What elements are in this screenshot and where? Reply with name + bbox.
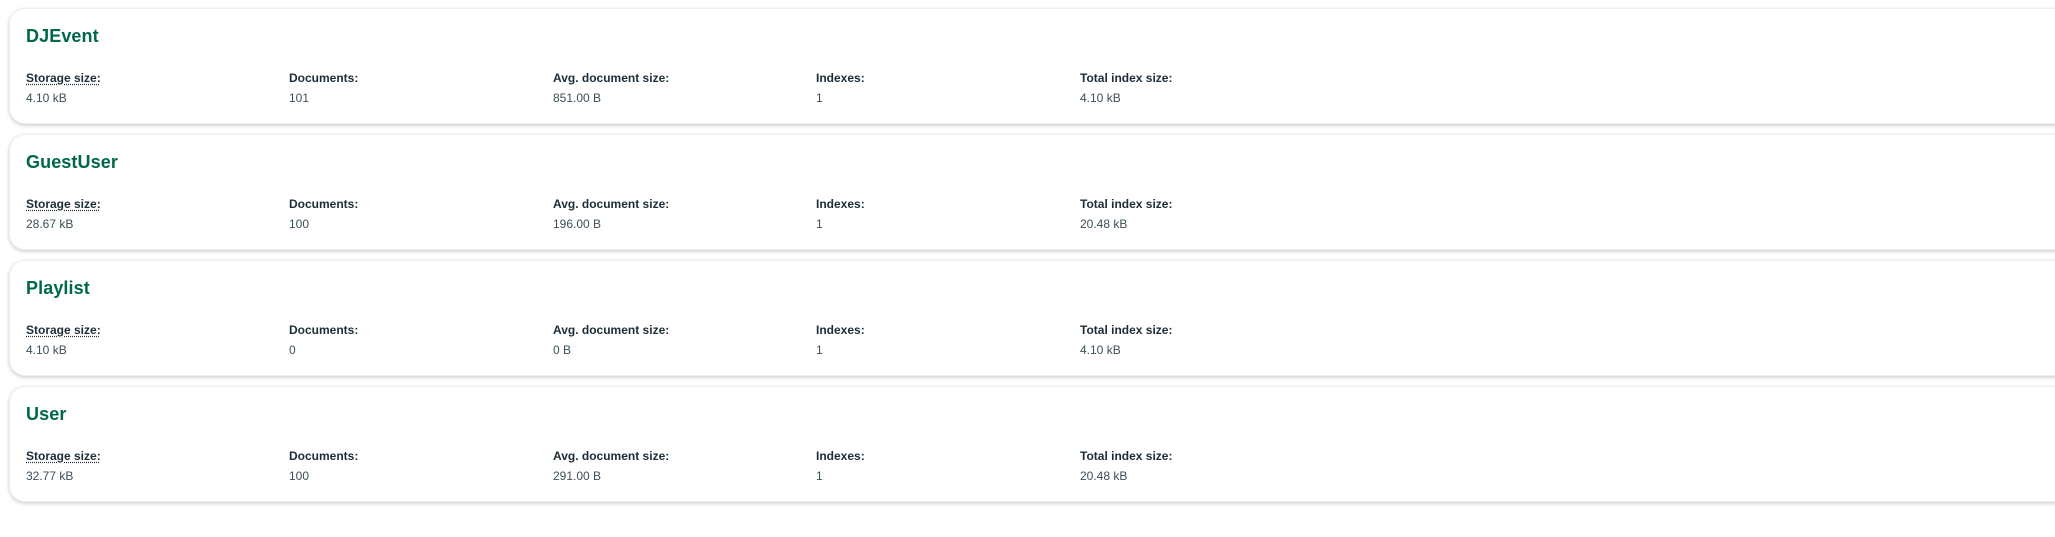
total-index-size-value: 20.48 kB <box>1080 217 1128 231</box>
storage-size-label[interactable]: Storage size: <box>26 448 101 464</box>
documents-value: 101 <box>289 91 310 105</box>
total-index-size-label: Total index size: <box>1080 197 1173 211</box>
indexes-stat: Indexes: 1 <box>816 196 865 232</box>
collection-card-user[interactable]: User Storage size: 32.77 kB Documents: 1… <box>9 386 2055 502</box>
total-index-size-stat: Total index size: 4.10 kB <box>1080 70 1172 106</box>
indexes-label: Indexes: <box>816 71 865 85</box>
storage-size-label[interactable]: Storage size: <box>26 196 101 212</box>
documents-label: Documents: <box>289 449 359 463</box>
storage-size-stat: Storage size: 28.67 kB <box>26 196 101 232</box>
avg-document-size-stat: Avg. document size: 0 B <box>553 322 669 358</box>
collection-name[interactable]: GuestUser <box>26 152 118 173</box>
avg-document-size-label: Avg. document size: <box>553 323 670 337</box>
documents-stat: Documents: 101 <box>289 70 358 106</box>
collection-card-guestuser[interactable]: GuestUser Storage size: 28.67 kB Documen… <box>9 134 2055 250</box>
collection-name[interactable]: User <box>26 404 66 425</box>
total-index-size-value: 4.10 kB <box>1080 91 1121 105</box>
avg-document-size-value: 291.00 B <box>553 469 602 483</box>
storage-size-stat: Storage size: 4.10 kB <box>26 70 101 106</box>
collection-list: DJEvent Storage size: 4.10 kB Documents:… <box>0 0 2055 537</box>
indexes-value: 1 <box>816 469 823 483</box>
storage-size-value: 28.67 kB <box>26 217 74 231</box>
avg-document-size-stat: Avg. document size: 291.00 B <box>553 448 669 484</box>
total-index-size-value: 4.10 kB <box>1080 343 1121 357</box>
documents-label: Documents: <box>289 323 359 337</box>
indexes-value: 1 <box>816 217 823 231</box>
total-index-size-label: Total index size: <box>1080 71 1173 85</box>
documents-stat: Documents: 100 <box>289 196 358 232</box>
indexes-stat: Indexes: 1 <box>816 70 865 106</box>
documents-stat: Documents: 100 <box>289 448 358 484</box>
avg-document-size-label: Avg. document size: <box>553 449 670 463</box>
indexes-stat: Indexes: 1 <box>816 322 865 358</box>
indexes-stat: Indexes: 1 <box>816 448 865 484</box>
total-index-size-label: Total index size: <box>1080 449 1173 463</box>
documents-label: Documents: <box>289 197 359 211</box>
total-index-size-value: 20.48 kB <box>1080 469 1128 483</box>
collection-card-playlist[interactable]: Playlist Storage size: 4.10 kB Documents… <box>9 260 2055 376</box>
storage-size-value: 4.10 kB <box>26 91 67 105</box>
documents-label: Documents: <box>289 71 359 85</box>
storage-size-label[interactable]: Storage size: <box>26 322 101 338</box>
documents-value: 100 <box>289 217 310 231</box>
total-index-size-stat: Total index size: 20.48 kB <box>1080 448 1172 484</box>
storage-size-stat: Storage size: 32.77 kB <box>26 448 101 484</box>
storage-size-value: 4.10 kB <box>26 343 67 357</box>
avg-document-size-label: Avg. document size: <box>553 197 670 211</box>
indexes-label: Indexes: <box>816 449 865 463</box>
indexes-label: Indexes: <box>816 197 865 211</box>
avg-document-size-value: 851.00 B <box>553 91 602 105</box>
total-index-size-stat: Total index size: 4.10 kB <box>1080 322 1172 358</box>
documents-value: 100 <box>289 469 310 483</box>
total-index-size-stat: Total index size: 20.48 kB <box>1080 196 1172 232</box>
avg-document-size-value: 196.00 B <box>553 217 602 231</box>
storage-size-label[interactable]: Storage size: <box>26 70 101 86</box>
avg-document-size-label: Avg. document size: <box>553 71 670 85</box>
total-index-size-label: Total index size: <box>1080 323 1173 337</box>
documents-stat: Documents: 0 <box>289 322 358 358</box>
avg-document-size-stat: Avg. document size: 851.00 B <box>553 70 669 106</box>
collection-card-djevent[interactable]: DJEvent Storage size: 4.10 kB Documents:… <box>9 8 2055 124</box>
avg-document-size-value: 0 B <box>553 343 572 357</box>
collection-name[interactable]: DJEvent <box>26 26 99 47</box>
indexes-value: 1 <box>816 91 823 105</box>
documents-value: 0 <box>289 343 296 357</box>
avg-document-size-stat: Avg. document size: 196.00 B <box>553 196 669 232</box>
storage-size-stat: Storage size: 4.10 kB <box>26 322 101 358</box>
indexes-value: 1 <box>816 343 823 357</box>
indexes-label: Indexes: <box>816 323 865 337</box>
storage-size-value: 32.77 kB <box>26 469 74 483</box>
collection-name[interactable]: Playlist <box>26 278 90 299</box>
